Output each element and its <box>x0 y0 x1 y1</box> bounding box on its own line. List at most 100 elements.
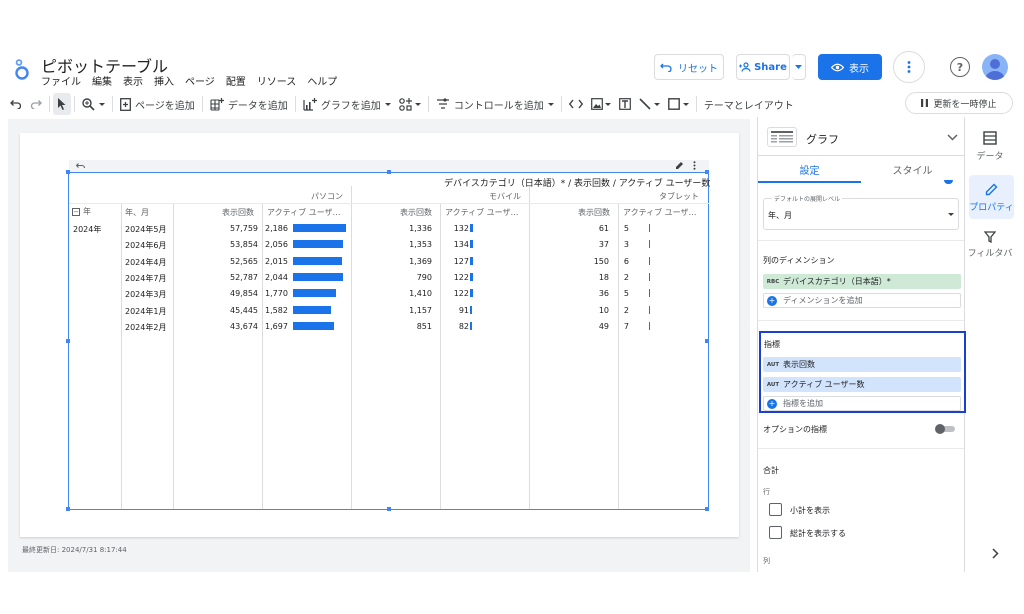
pc-views-cell: 53,854 <box>230 240 258 249</box>
col-header-pc-users[interactable]: アクティブ ユーザ… <box>267 207 341 218</box>
shape-button[interactable] <box>664 93 693 115</box>
share-button[interactable]: Share <box>736 54 790 80</box>
toolbar-divider <box>112 96 113 112</box>
resize-handle[interactable] <box>705 170 709 174</box>
filter-icon <box>984 231 996 243</box>
row-header-year[interactable]: − 年 <box>72 206 91 217</box>
dimension-chip[interactable]: RBC デバイスカテゴリ（日本語）* <box>763 274 961 289</box>
collapse-icon[interactable]: − <box>72 207 80 216</box>
menu-resource[interactable]: リソース <box>257 73 297 88</box>
share-dropdown-button[interactable] <box>792 54 806 80</box>
resize-handle[interactable] <box>66 507 70 511</box>
zoom-button[interactable] <box>78 93 109 115</box>
default-expand-select[interactable]: デフォルトの展開レベル 年、月 <box>763 194 959 230</box>
text-box-button[interactable] <box>615 93 635 115</box>
pc-users-cell: 2,186 <box>265 224 288 233</box>
add-control-button[interactable]: コントロールを追加 <box>432 93 558 115</box>
tablet-users-bar <box>649 273 650 281</box>
view-button[interactable]: 表示 <box>818 54 882 80</box>
mobile-users-cell: 82 <box>458 322 469 331</box>
col-header-tablet-users[interactable]: アクティブ ユーザ… <box>623 207 697 218</box>
grid-line <box>262 203 263 509</box>
resize-handle[interactable] <box>66 339 70 343</box>
embed-url-button[interactable] <box>565 93 587 115</box>
metric-chip-views[interactable]: AUT 表示回数 <box>763 357 961 372</box>
resize-handle[interactable] <box>705 339 709 343</box>
add-dimension-button[interactable]: + ディメンションを追加 <box>763 293 961 308</box>
pause-updates-button[interactable]: 更新を一時停止 <box>905 92 1013 114</box>
image-button[interactable] <box>587 93 615 115</box>
select-tool-button[interactable] <box>53 93 71 115</box>
col-header-mobile-views[interactable]: 表示回数 <box>400 207 432 218</box>
menu-insert[interactable]: 挿入 <box>154 73 174 88</box>
add-data-button[interactable]: データを追加 <box>206 93 292 115</box>
theme-layout-button[interactable]: テーマとレイアウト <box>700 93 798 115</box>
active-tab-indicator <box>758 181 861 183</box>
add-page-button[interactable]: ページを追加 <box>116 93 199 115</box>
more-options-button[interactable] <box>893 51 925 83</box>
resize-handle[interactable] <box>387 170 391 174</box>
menu-file[interactable]: ファイル <box>41 73 81 88</box>
reset-button[interactable]: リセット <box>654 54 724 80</box>
add-chart-button[interactable]: グラフを追加 <box>299 93 395 115</box>
chevron-right-icon[interactable] <box>992 548 999 559</box>
looker-studio-logo[interactable] <box>12 58 32 80</box>
toolbar-divider <box>695 96 697 112</box>
col-header-tablet-views[interactable]: 表示回数 <box>578 207 610 218</box>
resize-handle[interactable] <box>387 507 391 511</box>
row-header-year-label: 年 <box>83 207 91 216</box>
more-vert-icon <box>907 61 911 73</box>
community-viz-button[interactable] <box>395 93 425 115</box>
user-avatar[interactable] <box>982 54 1008 80</box>
tab-setup[interactable]: 設定 <box>758 157 861 181</box>
mobile-users-bar <box>470 289 473 297</box>
add-page-label: ページを追加 <box>135 100 195 112</box>
col-header-mobile-users[interactable]: アクティブ ユーザ… <box>445 207 519 218</box>
mobile-users-cell: 127 <box>453 257 469 266</box>
resize-handle[interactable] <box>705 507 709 511</box>
menu-arrange[interactable]: 配置 <box>226 73 246 88</box>
rail-data[interactable]: データ <box>966 131 1014 162</box>
grid-line <box>69 203 709 204</box>
line-button[interactable] <box>635 93 664 115</box>
chart-type-label[interactable]: グラフ <box>806 131 839 147</box>
pivot-table-type-icon[interactable] <box>767 127 797 147</box>
help-icon[interactable]: ? <box>950 57 970 77</box>
show-grand-total-checkbox[interactable] <box>769 526 782 539</box>
redo-button[interactable] <box>26 93 46 115</box>
rail-filter-label: フィルタバー <box>967 249 1013 259</box>
rail-properties[interactable]: プロパティ <box>969 175 1014 219</box>
col-header-pc-views[interactable]: 表示回数 <box>222 207 254 218</box>
divider <box>758 448 964 449</box>
add-metric-label: 指標を追加 <box>783 399 823 408</box>
menu-help[interactable]: ヘルプ <box>307 73 337 88</box>
menu-edit[interactable]: 編集 <box>92 73 112 88</box>
resize-handle[interactable] <box>66 170 70 174</box>
add-metric-button[interactable]: + 指標を追加 <box>763 396 961 411</box>
rectangle-icon <box>667 98 680 110</box>
edit-pencil-icon[interactable] <box>675 161 684 170</box>
undo-button[interactable] <box>6 93 26 115</box>
pivot-table-chart[interactable] <box>66 170 709 511</box>
metric-chip-active-users[interactable]: AUT アクティブ ユーザー数 <box>763 377 961 392</box>
tab-style[interactable]: スタイル <box>861 157 964 181</box>
row-header-month[interactable]: 年、月 <box>125 207 149 218</box>
menu-view[interactable]: 表示 <box>123 73 143 88</box>
metric-type-tag: AUT <box>766 361 780 368</box>
mobile-views-cell: 851 <box>416 322 432 331</box>
menu-page[interactable]: ページ <box>185 73 215 88</box>
rail-filter-bar[interactable]: フィルタバー <box>966 231 1014 261</box>
caret-down-icon <box>547 102 554 106</box>
reset-chart-icon[interactable] <box>76 163 85 169</box>
chart-more-icon[interactable] <box>693 161 696 170</box>
tablet-users-bar <box>649 224 650 232</box>
month-cell: 2024年7月 <box>125 274 167 283</box>
dimension-type-tag: RBC <box>766 278 780 285</box>
chevron-down-icon[interactable] <box>947 134 958 141</box>
community-viz-icon <box>399 97 412 111</box>
show-subtotals-checkbox[interactable] <box>769 503 782 516</box>
add-person-icon <box>739 62 751 72</box>
eye-icon <box>831 63 844 71</box>
cursor-icon <box>58 98 66 110</box>
optional-metrics-toggle[interactable] <box>935 424 955 434</box>
